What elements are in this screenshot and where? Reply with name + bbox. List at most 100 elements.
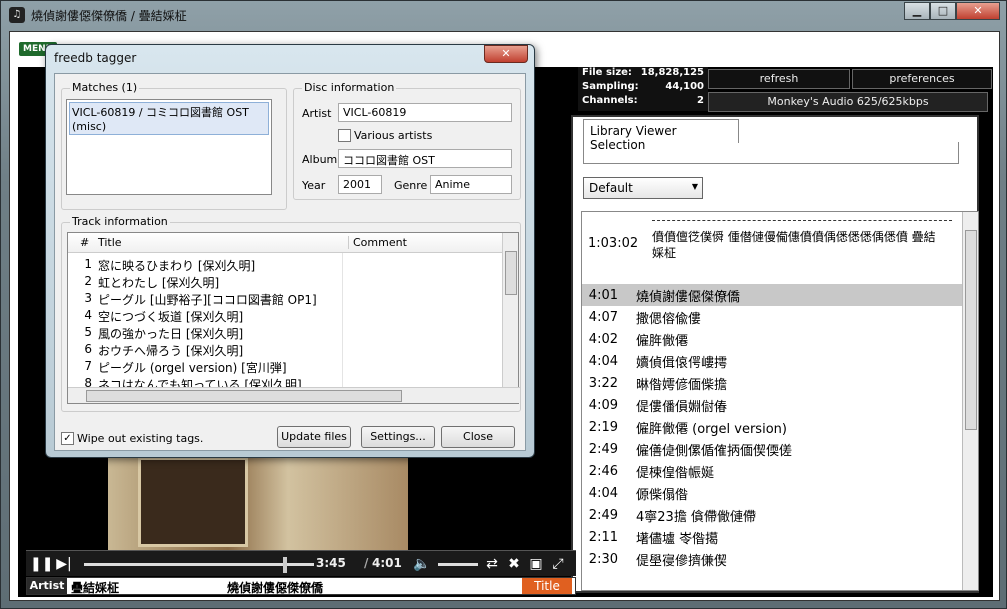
volume-icon[interactable]: 🔈 [412,554,432,574]
playlist-row[interactable]: 4:01 燒偵謝僂僫傑僚僑 [582,284,978,306]
dialog-title: freedb tagger [54,51,137,65]
freedb-dialog: freedb tagger ✕ Matches (1) VICL-60819 /… [45,44,535,458]
update-files-button[interactable]: Update files [277,426,351,448]
playlist-row[interactable]: 2:30 偍壆寑傪擠傔偰 [582,548,978,570]
album-artwork [108,457,408,552]
track-duration: 4:01 [588,287,618,303]
wipe-tags-checkbox[interactable]: ✓ [61,432,74,445]
elapsed-time: 3:45 [316,556,346,570]
track-info-label: Track information [70,215,170,228]
artist-field[interactable]: VICL-60819 [338,103,512,122]
album-field[interactable]: ココロ図書館 OST [338,149,512,168]
track-duration: 4:04 [588,485,618,501]
matches-group: Matches (1) VICL-60819 / コミコロ図書館 OST (mi… [61,81,287,210]
track-title: 燒偵謝僂僫傑僚僑 [636,289,741,305]
various-artists-checkbox[interactable] [338,129,351,142]
track-table-row[interactable]: 1 窓に映るひまわり [保刈久明] [68,257,504,274]
file-size-label: File size: [582,67,632,78]
playlist-row[interactable]: 4:07 撒偲傛偸僂 [582,306,978,328]
track-table-row[interactable]: 6 おウチへ帰ろう [保刈久明] [68,342,504,359]
track-title: 晽偺嫮偐偭偨擔 [636,377,728,393]
artist-label: Artist [27,578,67,594]
app-icon: ♫ [9,7,25,23]
track-title: 偍壆寑傪擠傔偰 [636,553,728,569]
view-select[interactable]: Default [583,177,703,199]
track-table-vscroll[interactable] [502,233,518,389]
matches-label: Matches (1) [70,81,140,94]
track-duration: 2:19 [588,419,618,435]
playlist-row[interactable]: 2:11 墸儘壚 岺偺擖 [582,526,978,548]
playlist-row[interactable]: 4:02 僱脌僘僊 [582,328,978,350]
track-table-row[interactable]: 5 風の強かった日 [保刈久明] [68,325,504,342]
col-comment[interactable]: Comment [348,236,407,249]
playlist-row[interactable]: 2:49 僱僐偼側傫偱傕抦偭偰偄傞 [582,438,978,460]
track-title: 嬻偵偮偯偔嶁摴 [636,355,728,371]
wipe-tags-label: Wipe out existing tags. [77,432,204,445]
library-panel: Library Viewer Selection Default 1:03:02… [571,115,979,593]
shuffle-icon[interactable]: ✖ [504,554,524,574]
track-table-row[interactable]: 7 ピーグル (orgel version) [宮川弾] [68,359,504,376]
disc-info-group: Disc information Artist VICL-60819 Vario… [293,81,521,200]
track-duration: 2:11 [588,529,618,545]
match-item[interactable]: VICL-60819 / コミコロ図書館 OST (misc) [69,102,269,135]
volume-slider[interactable] [438,563,478,566]
dialog-close-button[interactable]: ✕ [484,45,528,63]
track-duration: 4:04 [588,353,618,369]
track-table-row[interactable]: 3 ピーグル [山野裕子][ココロ図書館 OP1] [68,291,504,308]
track-number: 4 [84,308,92,322]
col-num[interactable]: # [80,236,89,249]
codec-info: Monkey's Audio 625/625kbps [708,92,988,112]
track-table-row[interactable]: 2 虹とわたし [保刈久明] [68,274,504,291]
track-table-vscroll-thumb[interactable] [505,251,517,295]
settings-button[interactable]: Settings... [361,426,435,448]
close-button[interactable]: ✕ [956,2,1000,20]
playlist-row[interactable]: 4:04 嬻偵偮偯偔嶁摴 [582,350,978,372]
tab-library-viewer-selection[interactable]: Library Viewer Selection [583,119,739,152]
maximize-button[interactable]: □ [930,2,956,20]
track-table-row[interactable]: 4 空につづく坂道 [保刈久明] [68,308,504,325]
album-separator [652,220,952,221]
playlist-scroll-thumb[interactable] [965,230,977,430]
various-artists-label: Various artists [354,129,433,142]
playlist-row[interactable]: 3:22 晽偺嫮偐偭偨擔 [582,372,978,394]
display-icon[interactable]: ▣ [526,554,546,574]
genre-field[interactable]: Anime [430,175,512,194]
dialog-body: Matches (1) VICL-60819 / コミコロ図書館 OST (mi… [54,73,526,451]
refresh-button[interactable]: refresh [708,69,850,89]
sampling-value: 44,100 [665,81,704,92]
track-table-hscroll-thumb[interactable] [86,390,402,402]
transport-bar: ❚❚ ▶| 3:45 / 4:01 🔈 ⇄ ✖ ▣ ⤢ [26,550,576,576]
track-table-header: # Title Comment [68,233,504,253]
seek-thumb[interactable] [283,557,287,573]
playlist-row[interactable]: 4:09 偍僂僠傊婣傠偆 [582,394,978,416]
sampling-label: Sampling: [582,81,639,92]
playlist-row[interactable]: 2:46 偍梀偟偺帪娫 [582,460,978,482]
playlist-row[interactable]: 2:19 僱脌僘僊 (orgel version) [582,416,978,438]
file-size-value: 18,828,125 [640,67,704,78]
track-title: 僱脌僘僊 [636,333,689,349]
year-field-label: Year [302,179,326,192]
minimize-button[interactable]: ▁ [904,2,930,20]
dialog-close-btn[interactable]: Close [441,426,515,448]
seek-bar[interactable] [84,557,314,573]
track-title: 偍僂僠傊婣傠偆 [636,399,728,415]
pause-icon[interactable]: ❚❚ [30,554,53,574]
track-number: 1 [84,257,92,271]
playlist-scrollbar[interactable] [962,212,978,590]
album-field-label: Album [302,153,338,166]
window-controls: ▁ □ ✕ [904,2,1000,20]
next-icon[interactable]: ▶| [54,554,74,574]
year-field[interactable]: 2001 [338,175,382,194]
col-title[interactable]: Title [98,236,122,249]
track-duration: 4:02 [588,331,618,347]
repeat-icon[interactable]: ⇄ [482,554,502,574]
fullscreen-icon[interactable]: ⤢ [548,554,568,574]
track-title-cell: 空につづく坂道 [保刈久明] [98,310,244,324]
playlist-row[interactable]: 4:04 傆偨傝偺 [582,482,978,504]
total-time: 4:01 [372,556,402,570]
track-table-hscroll[interactable] [68,387,520,403]
preferences-button[interactable]: preferences [852,69,992,89]
playlist-row[interactable]: 2:49 4寧23擔 僋僀僘僆僀 [582,504,978,526]
matches-list[interactable]: VICL-60819 / コミコロ図書館 OST (misc) [66,99,272,195]
disc-info-label: Disc information [302,81,397,94]
